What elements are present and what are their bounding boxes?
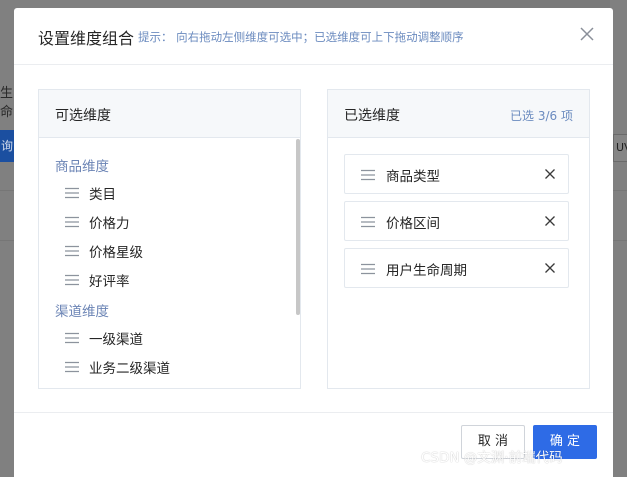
available-item-label: 价格星级 <box>89 245 143 261</box>
remove-icon[interactable] <box>544 168 556 180</box>
available-dimension-list[interactable]: 商品维度 类目 价格力 价格星级 好评率 渠道维度 一级渠道 业务二级渠道 <box>39 139 300 388</box>
available-item-label: 好评率 <box>89 274 130 290</box>
available-dimensions-panel: 可选维度 商品维度 类目 价格力 价格星级 好评率 渠道维度 一级渠道 业务二级… <box>38 89 301 389</box>
available-item[interactable]: 一级渠道 <box>65 327 143 349</box>
drag-handle-icon[interactable] <box>65 361 79 373</box>
close-icon[interactable] <box>577 24 597 44</box>
background-column-box: UV <box>613 134 627 162</box>
available-item[interactable]: 价格星级 <box>65 240 143 262</box>
available-item[interactable]: 类目 <box>65 182 116 204</box>
modal-tip: 提示： 向右拖动左侧维度可选中；已选维度可上下拖动调整顺序 <box>138 30 464 44</box>
drag-handle-icon[interactable] <box>65 245 79 257</box>
drag-handle-icon[interactable] <box>361 169 375 181</box>
drag-handle-icon[interactable] <box>65 274 79 286</box>
watermark-text: CSDN @文渊·前端代码 <box>421 450 563 466</box>
available-item[interactable]: 好评率 <box>65 269 130 291</box>
available-item-label: 价格力 <box>89 216 130 232</box>
background-label: 生命 <box>0 86 14 120</box>
selected-dimensions-panel: 已选维度 已选 3/6 项 商品类型 价格区间 用户生命周期 <box>327 89 590 389</box>
remove-icon[interactable] <box>544 262 556 274</box>
remove-icon[interactable] <box>544 215 556 227</box>
selected-item-label: 价格区间 <box>386 216 440 232</box>
available-item-label: 一级渠道 <box>89 332 143 348</box>
selected-count: 已选 3/6 项 <box>510 109 573 123</box>
background-header-strip <box>420 0 610 8</box>
background-query-button: 询 <box>0 130 14 162</box>
selected-item-label: 用户生命周期 <box>386 263 467 279</box>
selected-item-label: 商品类型 <box>386 169 440 185</box>
group-title: 商品维度 <box>55 159 109 175</box>
available-list-scrollbar[interactable] <box>296 139 300 315</box>
available-item-label: 业务二级渠道 <box>89 361 170 377</box>
selected-panel-title: 已选维度 <box>344 108 400 124</box>
available-item-label: 类目 <box>89 187 116 203</box>
drag-handle-icon[interactable] <box>65 187 79 199</box>
available-item[interactable]: 价格力 <box>65 211 130 233</box>
selected-item[interactable]: 商品类型 <box>344 154 569 194</box>
drag-handle-icon[interactable] <box>65 332 79 344</box>
available-panel-title: 可选维度 <box>55 108 111 124</box>
drag-handle-icon[interactable] <box>361 216 375 228</box>
modal-footer: 取 消 确 定 <box>14 412 613 477</box>
modal-header: 设置维度组合 提示： 向右拖动左侧维度可选中；已选维度可上下拖动调整顺序 <box>14 8 613 65</box>
background-divider <box>613 240 627 241</box>
background-divider <box>0 240 14 241</box>
background-divider <box>613 190 627 191</box>
drag-handle-icon[interactable] <box>361 263 375 275</box>
available-panel-header: 可选维度 <box>39 90 300 138</box>
selected-item[interactable]: 用户生命周期 <box>344 248 569 288</box>
drag-handle-icon[interactable] <box>65 216 79 228</box>
group-title: 渠道维度 <box>55 304 109 320</box>
selected-panel-header: 已选维度 已选 3/6 项 <box>328 90 589 138</box>
background-divider <box>0 190 14 191</box>
dimension-combination-modal: 设置维度组合 提示： 向右拖动左侧维度可选中；已选维度可上下拖动调整顺序 可选维… <box>14 8 613 477</box>
selected-item[interactable]: 价格区间 <box>344 201 569 241</box>
modal-title: 设置维度组合 <box>38 29 135 48</box>
available-item[interactable]: 业务二级渠道 <box>65 356 170 378</box>
